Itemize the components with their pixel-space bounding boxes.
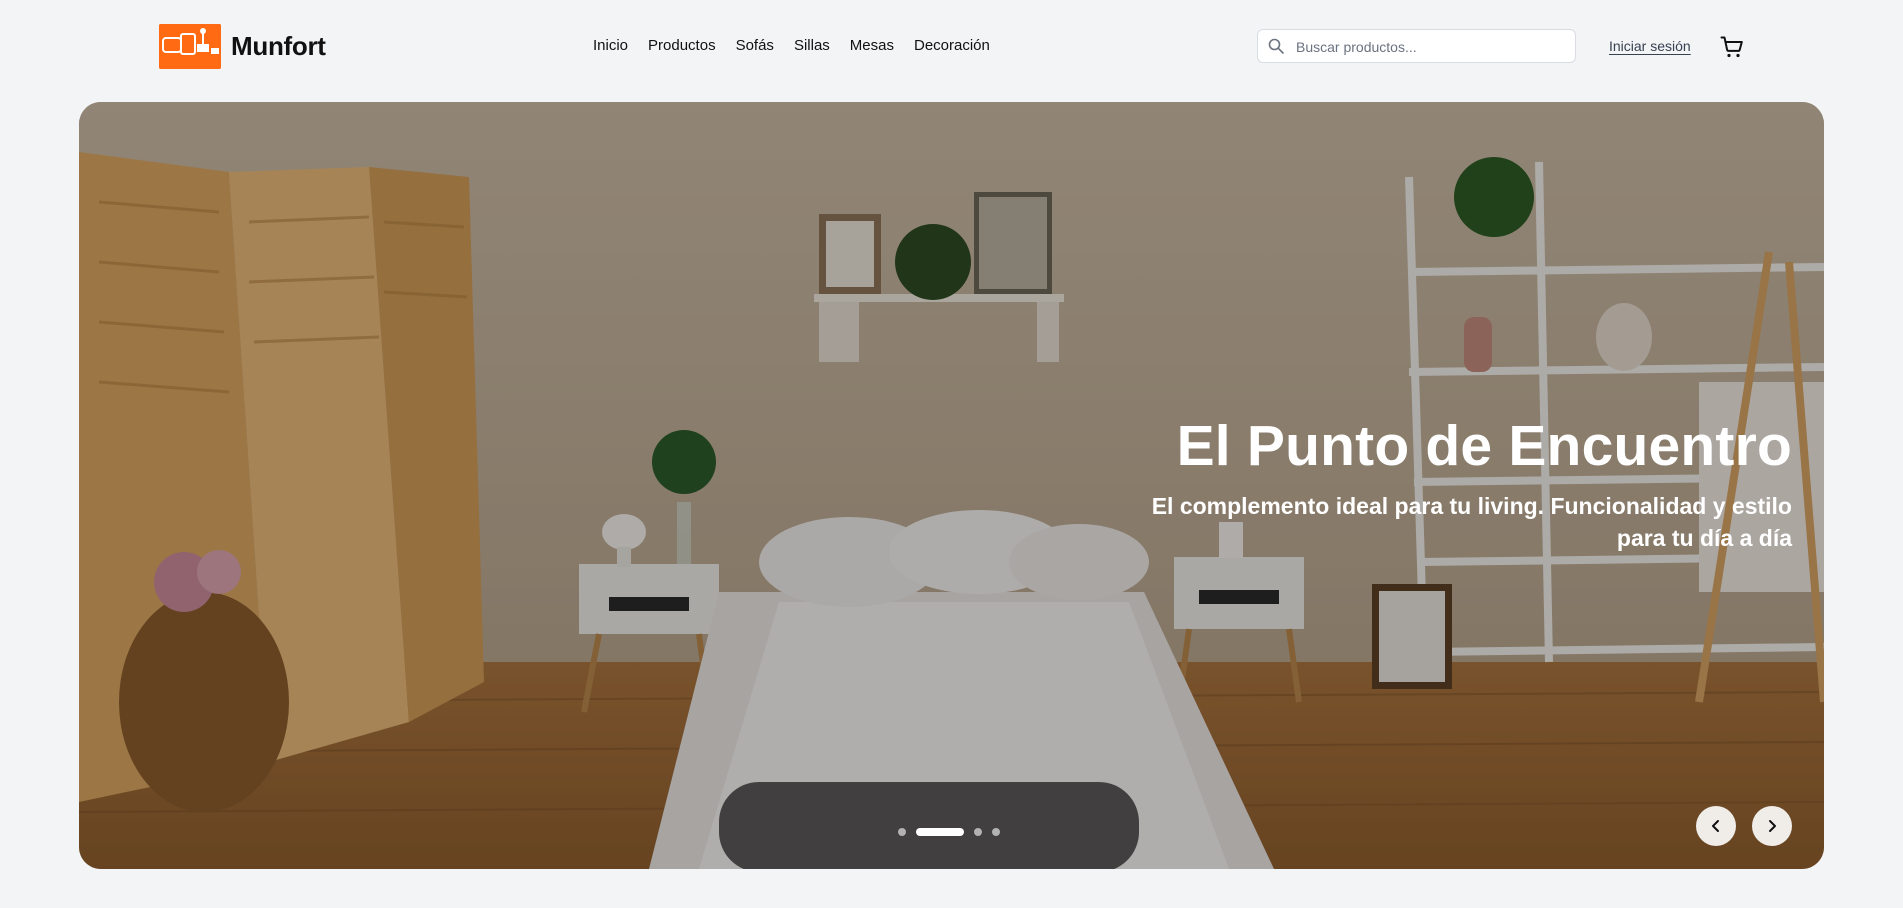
carousel-dot[interactable]	[992, 828, 1000, 836]
login-link[interactable]: Iniciar sesión	[1609, 38, 1691, 54]
carousel-prev-button[interactable]	[1696, 806, 1736, 846]
carousel-next-button[interactable]	[1752, 806, 1792, 846]
carousel-dot[interactable]	[898, 828, 906, 836]
hero-title: El Punto de Encuentro	[1176, 414, 1792, 478]
search-icon	[1268, 38, 1284, 54]
nav-item-productos[interactable]: Productos	[648, 37, 716, 54]
site-header: Munfort Inicio Productos Sofás Sillas Me…	[0, 0, 1903, 96]
nav-item-sillas[interactable]: Sillas	[794, 37, 830, 54]
carousel-dot-active[interactable]	[916, 828, 964, 836]
hero-text: El Punto de Encuentro El complemento ide…	[1132, 415, 1792, 554]
hero-subtitle: El complemento ideal para tu living. Fun…	[1151, 492, 1792, 551]
nav-item-inicio[interactable]: Inicio	[593, 37, 628, 54]
furniture-logo-icon	[159, 24, 221, 69]
chevron-right-icon	[1769, 820, 1776, 832]
search-box	[1257, 29, 1576, 64]
nav-item-mesas[interactable]: Mesas	[850, 37, 894, 54]
carousel-dot[interactable]	[974, 828, 982, 836]
main-nav: Inicio Productos Sofás Sillas Mesas Deco…	[593, 37, 990, 54]
cart-icon[interactable]	[1720, 35, 1744, 59]
brand-logo-link[interactable]: Munfort	[159, 24, 326, 69]
carousel-indicators	[898, 828, 1000, 836]
brand-name: Munfort	[231, 31, 326, 61]
chevron-left-icon	[1712, 820, 1719, 832]
search-input[interactable]	[1294, 30, 1568, 64]
hero-carousel: El Punto de Encuentro El complemento ide…	[79, 102, 1824, 869]
nav-item-sofas[interactable]: Sofás	[736, 37, 774, 54]
nav-item-decoracion[interactable]: Decoración	[914, 37, 990, 54]
